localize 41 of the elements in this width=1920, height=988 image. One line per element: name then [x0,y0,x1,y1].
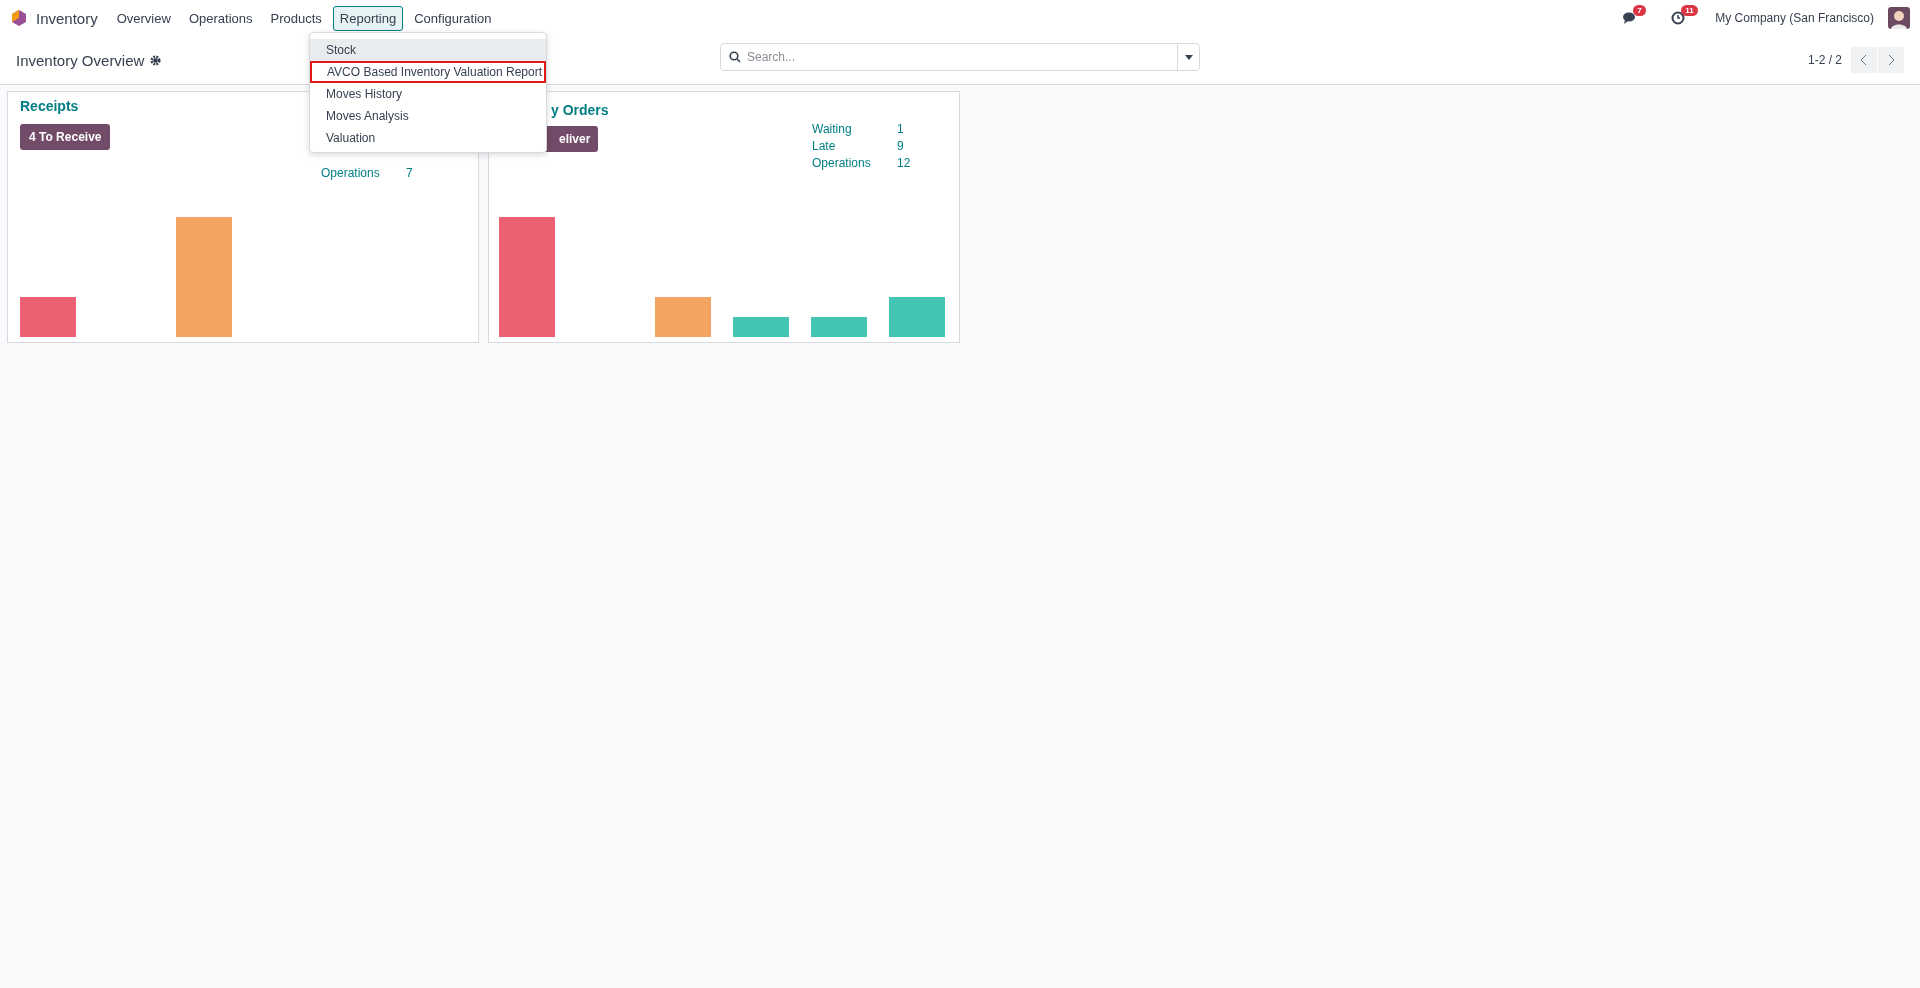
chart-bar [655,297,711,337]
app-logo-icon[interactable] [10,9,28,27]
stat-label[interactable]: Operations [812,156,897,170]
message-count-badge: 7 [1633,5,1646,16]
chart-bar [889,297,945,337]
app-name[interactable]: Inventory [36,9,98,27]
stat-value: 12 [897,156,912,170]
menu-item[interactable]: Products [263,5,329,31]
clock-icon[interactable] [1671,11,1686,25]
user-avatar-icon[interactable] [1888,7,1910,29]
card-title[interactable]: y Orders [551,102,959,118]
chevron-right-icon [1887,54,1895,66]
gear-icon[interactable] [150,54,162,66]
chat-icon[interactable] [1623,11,1638,25]
menu-item[interactable]: Operations [181,5,260,31]
stat-value: 1 [897,122,905,136]
search-input[interactable]: Search... [741,50,1177,64]
caret-icon [1184,54,1193,60]
company-switcher[interactable]: My Company (San Francisco) [1715,11,1874,25]
search-field[interactable]: Search... [720,43,1200,71]
pager-value: 1-2 / 2 [1807,53,1842,67]
stat-value: 9 [897,139,905,153]
dropdown-item[interactable]: Moves Analysis [310,105,546,127]
chevron-left-icon [1860,54,1868,66]
chart-bar [20,297,76,337]
card-action-button[interactable]: 4 To Receive [20,124,111,150]
chart-bar [733,317,789,337]
menu-item[interactable]: Configuration [407,5,499,31]
stat-value: 7 [406,166,414,180]
activity-count-badge: 11 [1681,5,1698,16]
menu-item[interactable]: Overview [109,5,178,31]
dropdown-item[interactable]: AVCO Based Inventory Valuation Report [310,61,546,83]
menu-item[interactable]: Reporting [332,5,404,31]
page-title: Inventory Overview [16,51,145,69]
search-icon [729,51,741,63]
stat-label[interactable]: Late [812,139,897,153]
dropdown-item[interactable]: Moves History [310,83,546,105]
dropdown-item[interactable]: Stock [310,39,546,61]
stat-label[interactable]: Operations [321,166,406,180]
chart-bar [811,317,867,337]
stat-label[interactable]: Waiting [812,122,897,136]
